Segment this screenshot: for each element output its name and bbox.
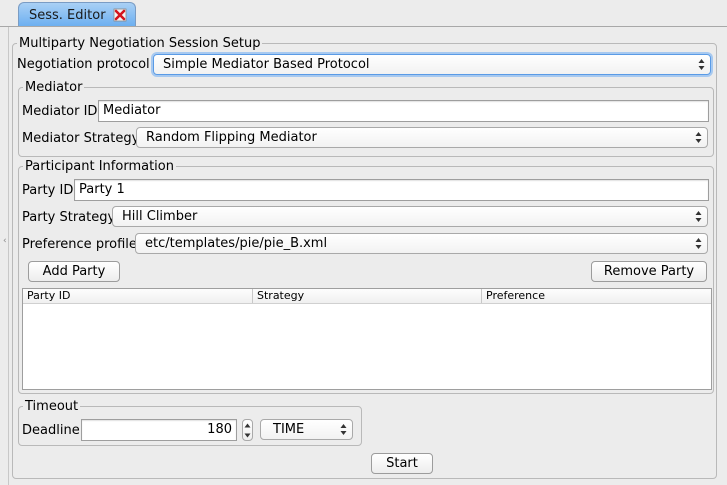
mediator-group-title: Mediator <box>23 80 85 96</box>
deadline-unit-select[interactable]: TIME <box>260 419 353 440</box>
party-id-field[interactable]: Party 1 <box>74 179 709 201</box>
add-party-button[interactable]: Add Party <box>28 261 120 282</box>
updown-arrows-icon <box>695 237 702 250</box>
timeout-group-title: Timeout <box>23 399 81 415</box>
negotiation-protocol-select[interactable]: Simple Mediator Based Protocol <box>153 54 711 75</box>
tab-label: Sess. Editor <box>29 7 106 23</box>
down-arrow-icon[interactable] <box>244 433 251 438</box>
deadline-unit-value: TIME <box>273 422 305 437</box>
updown-arrows-icon <box>340 423 347 436</box>
deadline-stepper[interactable] <box>242 419 253 441</box>
remove-party-button[interactable]: Remove Party <box>591 261 707 282</box>
mediator-strategy-value: Random Flipping Mediator <box>146 130 317 145</box>
close-icon[interactable] <box>113 8 128 23</box>
mediator-id-value: Mediator <box>103 103 161 118</box>
preference-profile-value: etc/templates/pie/pie_B.xml <box>145 236 328 251</box>
party-id-value: Party 1 <box>79 182 125 197</box>
column-header-strategy[interactable]: Strategy <box>253 289 482 303</box>
mediator-strategy-label: Mediator Strategy <box>22 131 140 146</box>
tab-session-editor[interactable]: Sess. Editor <box>18 2 136 27</box>
updown-arrows-icon <box>698 58 705 71</box>
party-strategy-label: Party Strategy <box>22 210 116 225</box>
mediator-id-label: Mediator ID <box>22 104 98 119</box>
party-strategy-select[interactable]: Hill Climber <box>112 206 708 227</box>
party-strategy-value: Hill Climber <box>122 209 198 224</box>
session-setup-title: Multiparty Negotiation Session Setup <box>17 36 263 52</box>
splitter-handle[interactable]: ‹ <box>3 236 7 246</box>
party-id-label: Party ID <box>22 183 74 198</box>
updown-arrows-icon <box>695 210 702 223</box>
deadline-label: Deadline <box>22 423 80 438</box>
preference-profile-select[interactable]: etc/templates/pie/pie_B.xml <box>135 233 708 254</box>
column-header-preference[interactable]: Preference <box>482 289 711 303</box>
start-button[interactable]: Start <box>371 453 433 474</box>
mediator-id-field[interactable]: Mediator <box>98 100 709 122</box>
deadline-value: 180 <box>207 422 232 437</box>
up-arrow-icon[interactable] <box>244 423 251 428</box>
updown-arrows-icon <box>695 131 702 144</box>
negotiation-protocol-label: Negotiation protocol <box>17 57 150 72</box>
party-table-header: Party ID Strategy Preference <box>23 289 711 304</box>
column-header-party-id[interactable]: Party ID <box>23 289 253 303</box>
mediator-strategy-select[interactable]: Random Flipping Mediator <box>136 127 708 148</box>
preference-profile-label: Preference profile <box>22 237 137 252</box>
party-table[interactable]: Party ID Strategy Preference <box>22 288 712 390</box>
participant-group-title: Participant Information <box>23 159 176 175</box>
deadline-field[interactable]: 180 <box>81 419 237 441</box>
negotiation-protocol-value: Simple Mediator Based Protocol <box>163 57 370 72</box>
